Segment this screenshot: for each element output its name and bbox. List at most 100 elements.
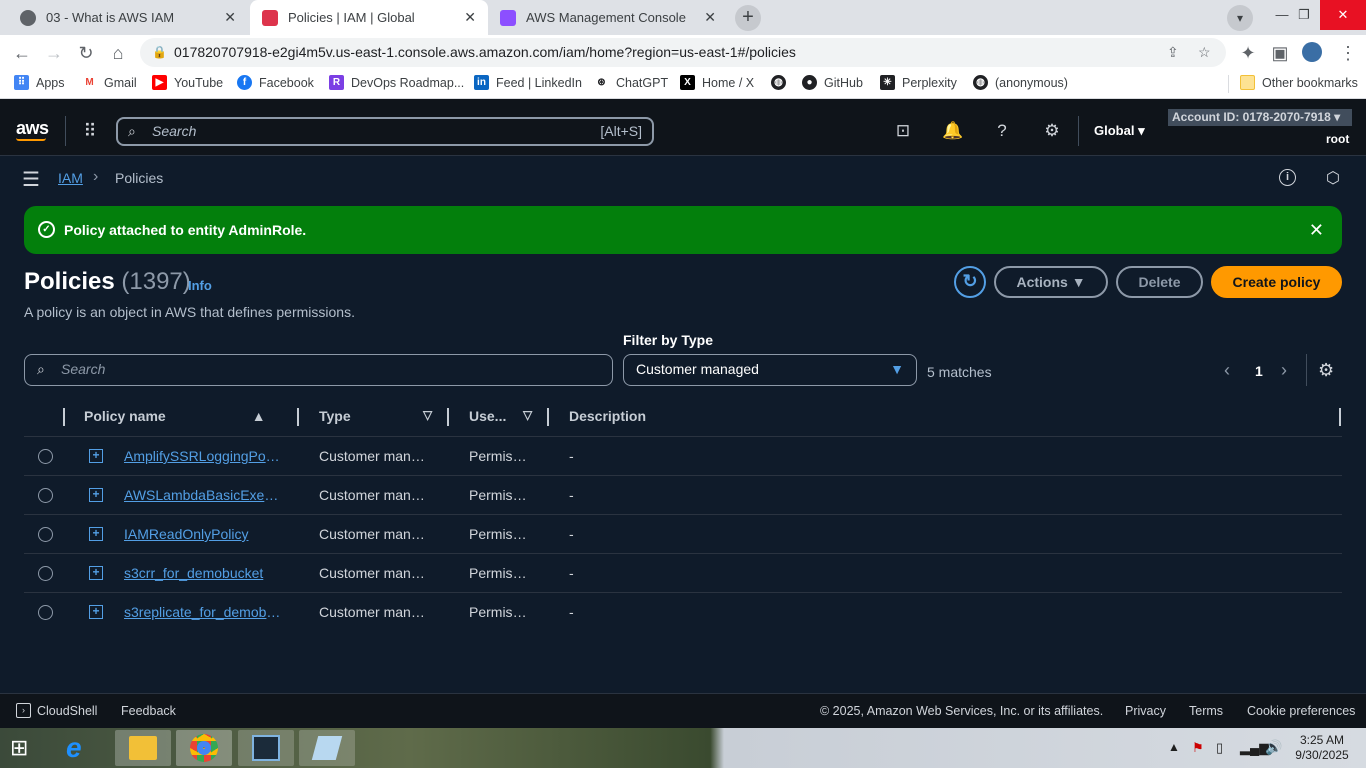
tab-search-icon[interactable]: ▾ — [1227, 5, 1253, 31]
sort-icon[interactable]: ▽ — [523, 408, 532, 422]
help-icon[interactable]: ? — [992, 121, 1012, 141]
info-icon[interactable]: i — [1279, 169, 1296, 186]
policy-name-link[interactable]: AmplifySSRLoggingPolicy — [124, 448, 282, 464]
expand-icon[interactable]: + — [89, 566, 103, 580]
row-radio[interactable] — [38, 605, 53, 620]
cookie-preferences-link[interactable]: Cookie preferences — [1247, 704, 1355, 718]
bookmark-globe[interactable]: ◍GitHub — [771, 75, 793, 90]
bookmark-x[interactable]: X Home / X — [680, 75, 754, 90]
new-tab-button[interactable]: + — [735, 5, 761, 31]
menu-icon[interactable]: ⋮ — [1336, 41, 1360, 65]
bookmark-apps[interactable]: ⠿ Apps — [14, 75, 65, 90]
expand-icon[interactable]: + — [89, 488, 103, 502]
aws-logo[interactable]: aws — [16, 118, 49, 139]
column-header-description[interactable]: Description — [569, 408, 646, 424]
show-hidden-icons[interactable]: ▲ — [1168, 740, 1180, 754]
policy-name-link[interactable]: s3crr_for_demobucket — [124, 565, 282, 581]
user-menu[interactable]: root — [1326, 132, 1349, 146]
table-row[interactable]: + IAMReadOnlyPolicy Customer managed Per… — [24, 514, 1342, 553]
device-icon[interactable]: ▯ — [1216, 740, 1223, 756]
refresh-button[interactable]: ↻ — [954, 266, 986, 298]
ie-taskbar-button[interactable]: e — [54, 730, 110, 766]
region-selector[interactable]: Global ▾ — [1094, 123, 1145, 139]
filter-type-select[interactable]: Customer managed ▼ — [623, 354, 917, 386]
column-header-type[interactable]: Type ▽ — [319, 408, 432, 424]
sort-up-icon[interactable]: ▲ — [252, 408, 266, 424]
url-field[interactable]: 🔒 017820707918-e2gi4m5v.us-east-1.consol… — [140, 38, 1226, 67]
table-row[interactable]: + s3crr_for_demobucket Customer managed … — [24, 553, 1342, 592]
extensions-icon[interactable]: ✦ — [1236, 41, 1260, 65]
bookmark-devops[interactable]: R DevOps Roadmap... — [329, 75, 464, 90]
create-policy-button[interactable]: Create policy — [1211, 266, 1342, 298]
delete-button[interactable]: Delete — [1116, 266, 1203, 298]
avatar[interactable] — [1302, 42, 1322, 62]
sort-icon[interactable]: ▽ — [423, 408, 432, 422]
forward-icon[interactable]: → — [42, 41, 66, 65]
clock[interactable]: 3:25 AM 9/30/2025 — [1294, 733, 1350, 763]
cloudshell-icon[interactable]: ⊡ — [893, 121, 913, 141]
restore-button[interactable]: ❐ — [1284, 0, 1324, 30]
tab-policies[interactable]: Policies | IAM | Global ✕ — [250, 0, 488, 35]
feedback-link[interactable]: Feedback — [121, 704, 176, 718]
row-radio[interactable] — [38, 488, 53, 503]
tab-console[interactable]: AWS Management Console ✕ — [488, 0, 728, 35]
back-icon[interactable]: ← — [10, 41, 34, 65]
table-row[interactable]: + s3replicate_for_demobucket Customer ma… — [24, 592, 1342, 631]
current-page[interactable]: 1 — [1255, 363, 1263, 379]
star-icon[interactable]: ☆ — [1198, 38, 1211, 67]
windows-start-icon[interactable]: ⊞ — [10, 736, 28, 760]
gear-icon[interactable]: ⚙ — [1318, 360, 1334, 381]
bookmark-perplexity[interactable]: ✳ Perplexity — [880, 75, 957, 90]
bookmark-chatgpt[interactable]: ⊛ ChatGPT — [594, 75, 668, 90]
policy-name-link[interactable]: AWSLambdaBasicExecutionRole — [124, 487, 282, 503]
expand-icon[interactable]: + — [89, 527, 103, 541]
column-header-use[interactable]: Use... ▽ — [469, 408, 532, 424]
expand-icon[interactable]: + — [89, 449, 103, 463]
bookmark-youtube[interactable]: ▶ YouTube — [152, 75, 223, 90]
bookmark-github[interactable]: ● GitHub — [802, 75, 863, 90]
reload-icon[interactable]: ↻ — [74, 41, 98, 65]
privacy-link[interactable]: Privacy — [1125, 704, 1166, 718]
policy-search-input[interactable]: ⌕ Search — [24, 354, 613, 386]
side-panel-icon[interactable]: ▣ — [1268, 41, 1292, 65]
close-icon[interactable]: ✕ — [224, 9, 236, 26]
table-row[interactable]: + AWSLambdaBasicExecutionRole Customer m… — [24, 475, 1342, 514]
cloudshell-button[interactable]: › CloudShell — [16, 703, 97, 718]
breadcrumb-iam[interactable]: IAM — [58, 170, 83, 186]
notifications-icon[interactable]: ⬡ — [1326, 168, 1340, 188]
bookmark-facebook[interactable]: f Facebook — [237, 75, 314, 90]
next-page-icon[interactable]: › — [1281, 360, 1287, 381]
app-taskbar-button[interactable] — [299, 730, 355, 766]
terms-link[interactable]: Terms — [1189, 704, 1223, 718]
bookmark-anonymous[interactable]: ◍ (anonymous) — [973, 75, 1068, 90]
column-header-policy-name[interactable]: Policy name ▲ — [84, 408, 266, 424]
volume-icon[interactable]: 🔊 — [1265, 739, 1282, 756]
gear-icon[interactable]: ⚙ — [1042, 121, 1062, 141]
expand-icon[interactable]: + — [89, 605, 103, 619]
bell-icon[interactable]: 🔔 — [942, 121, 963, 141]
bookmark-gmail[interactable]: M Gmail — [82, 75, 137, 90]
info-link[interactable]: Info — [188, 278, 212, 293]
services-grid-icon[interactable]: ⠿ — [80, 121, 100, 141]
table-row[interactable]: + AmplifySSRLoggingPolicy Customer manag… — [24, 436, 1342, 475]
close-icon[interactable]: ✕ — [464, 9, 476, 26]
aws-search-input[interactable]: ⌕ Search [Alt+S] — [116, 117, 654, 146]
tab-iam-course[interactable]: 03 - What is AWS IAM ✕ — [8, 0, 248, 35]
prev-page-icon[interactable]: ‹ — [1224, 360, 1230, 381]
explorer-taskbar-button[interactable] — [115, 730, 171, 766]
policy-name-link[interactable]: s3replicate_for_demobucket — [124, 604, 282, 620]
chrome-taskbar-button[interactable] — [176, 730, 232, 766]
vscode-taskbar-button[interactable] — [238, 730, 294, 766]
close-window-button[interactable]: ✕ — [1320, 0, 1366, 30]
hamburger-icon[interactable]: ☰ — [22, 167, 40, 192]
policy-name-link[interactable]: IAMReadOnlyPolicy — [124, 526, 282, 542]
actions-button[interactable]: Actions ▼ — [994, 266, 1108, 298]
close-icon[interactable]: ✕ — [1309, 206, 1324, 254]
home-icon[interactable]: ⌂ — [106, 41, 130, 65]
account-id-badge[interactable]: Account ID: 0178-2070-7918 ▾ — [1168, 109, 1352, 126]
row-radio[interactable] — [38, 527, 53, 542]
row-radio[interactable] — [38, 566, 53, 581]
row-radio[interactable] — [38, 449, 53, 464]
close-icon[interactable]: ✕ — [704, 9, 716, 26]
share-icon[interactable]: ⇪ — [1167, 38, 1179, 67]
